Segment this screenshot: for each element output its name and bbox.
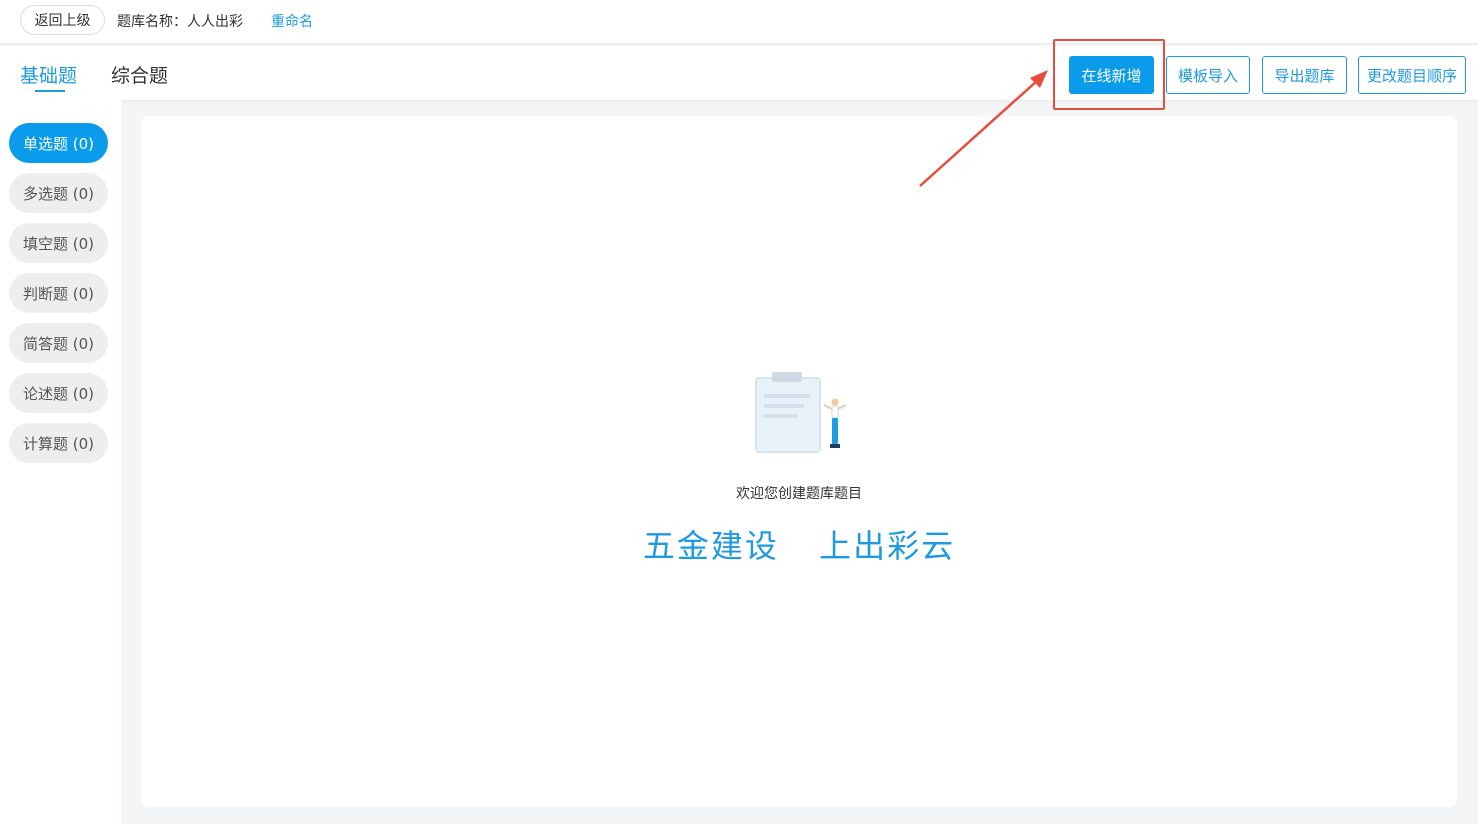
template-import-button[interactable]: 模板导入	[1166, 56, 1250, 94]
back-button[interactable]: 返回上级	[20, 5, 105, 35]
sidebar-item-true-false[interactable]: 判断题 (0)	[9, 273, 108, 313]
clipboard-empty-icon	[755, 372, 847, 453]
change-order-button[interactable]: 更改题目顺序	[1358, 56, 1466, 94]
slogan: 五金建设 上出彩云	[141, 521, 1457, 567]
top-bar: 返回上级 题库名称：人人出彩 重命名	[0, 0, 1478, 44]
tab-bar: 基础题 综合题 在线新增 模板导入 导出题库 更改题目顺序	[0, 46, 1478, 100]
add-online-button[interactable]: 在线新增	[1069, 56, 1154, 94]
sidebar-item-short-answer[interactable]: 简答题 (0)	[9, 323, 108, 363]
welcome-message: 欢迎您创建题库题目	[736, 486, 862, 502]
active-tab-indicator	[35, 90, 65, 92]
rename-link[interactable]: 重命名	[271, 11, 313, 31]
export-bank-button[interactable]: 导出题库	[1262, 56, 1347, 94]
sidebar-item-fill-blank[interactable]: 填空题 (0)	[9, 223, 108, 263]
sidebar-item-essay[interactable]: 论述题 (0)	[9, 373, 108, 413]
question-type-sidebar: 单选题 (0) 多选题 (0) 填空题 (0) 判断题 (0) 简答题 (0) …	[0, 100, 121, 824]
sidebar-item-multiple-choice[interactable]: 多选题 (0)	[9, 173, 108, 213]
slogan-right: 上出彩云	[819, 527, 956, 565]
slogan-left: 五金建设	[642, 527, 779, 565]
person-shrug-icon	[823, 398, 847, 448]
question-list-panel: 欢迎您创建题库题目 五金建设 上出彩云	[141, 116, 1457, 807]
sidebar-item-calculation[interactable]: 计算题 (0)	[9, 423, 108, 463]
tab-comprehensive-questions[interactable]: 综合题	[111, 61, 168, 88]
sidebar-item-single-choice[interactable]: 单选题 (0)	[9, 123, 108, 163]
tab-basic-questions[interactable]: 基础题	[20, 61, 77, 88]
bank-name-label: 题库名称：人人出彩	[117, 14, 243, 30]
